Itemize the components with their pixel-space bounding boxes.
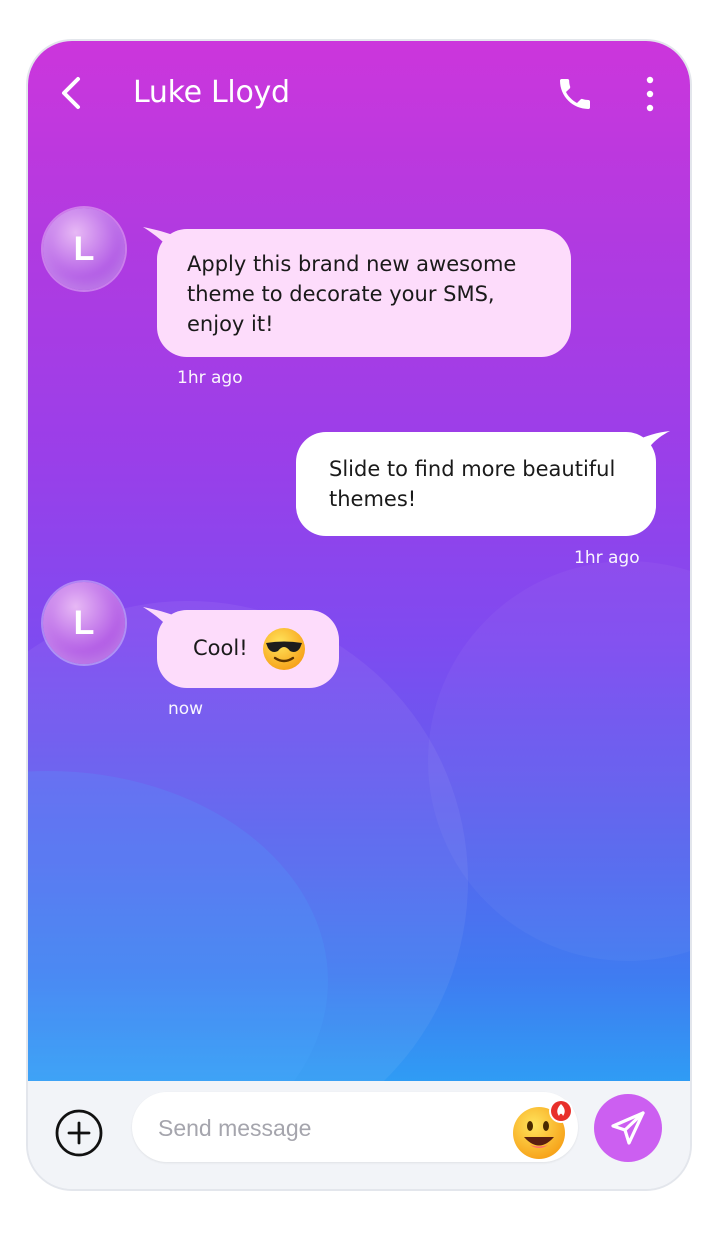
chat-screen: Luke Lloyd L Apply this brand new awesom… bbox=[28, 41, 690, 1081]
contact-avatar[interactable]: L bbox=[43, 208, 125, 290]
message-input[interactable] bbox=[156, 1106, 480, 1150]
chat-header: Luke Lloyd bbox=[28, 41, 690, 151]
emoji-button[interactable] bbox=[510, 1098, 574, 1162]
send-button[interactable] bbox=[594, 1094, 662, 1162]
message-timestamp: now bbox=[168, 699, 204, 719]
background-swirl bbox=[428, 561, 690, 961]
call-button[interactable] bbox=[555, 74, 595, 114]
message-timestamp: 1hr ago bbox=[574, 548, 640, 568]
chevron-left-icon bbox=[62, 77, 80, 109]
smiley-fire-emoji bbox=[513, 1099, 573, 1159]
contact-avatar[interactable]: L bbox=[43, 582, 125, 664]
message-text: Apply this brand new awesome theme to de… bbox=[187, 252, 517, 336]
message-bubble-incoming[interactable]: Cool! bbox=[157, 610, 339, 688]
add-attachment-button[interactable] bbox=[54, 1108, 104, 1158]
sunglasses-emoji bbox=[263, 628, 305, 670]
contact-name: Luke Lloyd bbox=[133, 75, 290, 110]
message-timestamp: 1hr ago bbox=[177, 368, 243, 388]
paper-plane-icon bbox=[611, 1111, 645, 1145]
phone-icon bbox=[560, 79, 590, 109]
background-swirl bbox=[28, 771, 328, 1081]
message-text: Cool! bbox=[193, 636, 248, 660]
message-input-container bbox=[132, 1092, 578, 1162]
plus-circle-icon bbox=[55, 1109, 103, 1157]
more-options-button[interactable] bbox=[638, 74, 662, 114]
message-bubble-incoming[interactable]: Apply this brand new awesome theme to de… bbox=[157, 229, 571, 357]
message-composer bbox=[28, 1081, 690, 1189]
phone-frame: Luke Lloyd L Apply this brand new awesom… bbox=[28, 41, 690, 1189]
back-button[interactable] bbox=[54, 73, 88, 113]
more-vertical-icon bbox=[646, 76, 654, 112]
message-text: Slide to find more beautiful themes! bbox=[329, 457, 616, 511]
message-bubble-outgoing[interactable]: Slide to find more beautiful themes! bbox=[296, 432, 656, 536]
